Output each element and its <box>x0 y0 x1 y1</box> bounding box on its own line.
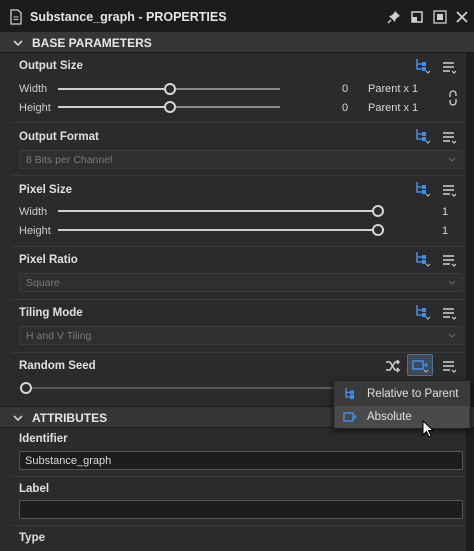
absolute-icon <box>343 412 357 422</box>
relative-to-parent-icon <box>345 388 354 399</box>
pin-icon[interactable] <box>386 9 402 25</box>
chevron-down-icon <box>448 333 456 338</box>
slider-knob[interactable] <box>372 224 384 236</box>
random-seed-label: Random Seed <box>19 360 96 372</box>
options-menu-icon[interactable] <box>441 129 459 147</box>
slider-knob[interactable] <box>372 205 384 217</box>
inheritance-icon[interactable] <box>413 127 431 145</box>
options-menu-icon[interactable] <box>441 305 459 323</box>
output-height-value[interactable]: 0 <box>342 102 348 114</box>
divider <box>12 122 464 123</box>
section-label: BASE PARAMETERS <box>32 36 152 50</box>
divider <box>12 246 464 247</box>
output-format-select[interactable]: 8 Bits per Channel <box>19 150 463 169</box>
chevron-down-icon <box>13 415 23 422</box>
menu-item-absolute[interactable]: Absolute <box>335 406 469 428</box>
label-input[interactable] <box>20 501 462 518</box>
pixel-ratio-select[interactable]: Square <box>19 273 463 292</box>
options-menu-icon[interactable] <box>441 59 459 77</box>
label-field-label: Label <box>19 483 50 495</box>
inheritance-icon[interactable] <box>413 303 431 321</box>
identifier-input[interactable] <box>20 452 462 469</box>
output-height-slider[interactable] <box>58 101 280 113</box>
output-width-slider[interactable] <box>58 83 280 95</box>
output-size-label: Output Size <box>19 60 83 72</box>
mouse-cursor-icon <box>422 420 435 438</box>
output-width-label: Width <box>19 83 48 95</box>
random-seed-slider[interactable] <box>20 382 340 394</box>
float-window-icon[interactable] <box>409 9 425 25</box>
output-format-label: Output Format <box>19 131 99 143</box>
output-height-mode: Parent x 1 <box>368 102 419 114</box>
menu-item-label: Relative to Parent <box>367 388 459 400</box>
pixel-height-slider[interactable] <box>58 224 384 236</box>
section-base-parameters[interactable]: BASE PARAMETERS <box>0 31 474 53</box>
document-icon <box>10 9 22 25</box>
inheritance-icon[interactable] <box>413 250 431 268</box>
output-width-value[interactable]: 0 <box>342 83 348 95</box>
section-label: ATTRIBUTES <box>32 411 108 425</box>
divider <box>12 175 464 176</box>
link-icon[interactable] <box>446 90 460 106</box>
pixel-height-label: Height <box>19 225 51 237</box>
divider <box>12 525 464 526</box>
divider <box>12 299 464 300</box>
divider <box>12 476 464 477</box>
identifier-field[interactable] <box>19 451 463 470</box>
close-icon[interactable] <box>454 9 470 25</box>
options-menu-icon[interactable] <box>441 252 459 270</box>
absolute-icon <box>412 360 429 373</box>
pixel-height-value[interactable]: 1 <box>442 225 448 237</box>
pixel-width-value[interactable]: 1 <box>442 206 448 218</box>
chevron-down-icon <box>448 157 456 162</box>
title-bar: Substance_graph - PROPERTIES <box>0 0 474 34</box>
options-menu-icon[interactable] <box>441 182 459 200</box>
select-value: 8 Bits per Channel <box>26 154 113 166</box>
output-height-label: Height <box>19 102 51 114</box>
label-field[interactable] <box>19 500 463 519</box>
absolute-mode-button[interactable] <box>407 354 433 376</box>
inheritance-icon[interactable] <box>413 57 431 75</box>
menu-item-label: Absolute <box>367 411 412 423</box>
scrollbar-gutter[interactable] <box>466 34 474 551</box>
maximize-icon[interactable] <box>432 9 448 25</box>
divider <box>12 352 464 353</box>
tiling-mode-label: Tiling Mode <box>19 307 83 319</box>
type-label: Type <box>19 532 45 544</box>
output-width-mode: Parent x 1 <box>368 83 419 95</box>
pixel-ratio-label: Pixel Ratio <box>19 254 78 266</box>
window-title: Substance_graph - PROPERTIES <box>30 10 227 24</box>
chevron-down-icon <box>13 40 23 47</box>
menu-item-relative-to-parent[interactable]: Relative to Parent <box>335 383 469 405</box>
chevron-down-icon <box>448 280 456 285</box>
pixel-width-label: Width <box>19 206 48 218</box>
tiling-mode-select[interactable]: H and V Tiling <box>19 326 463 345</box>
slider-knob[interactable] <box>20 382 32 394</box>
slider-knob[interactable] <box>164 101 176 113</box>
select-value: H and V Tiling <box>26 330 92 342</box>
identifier-label: Identifier <box>19 433 68 445</box>
inheritance-mode-menu: Relative to Parent Absolute <box>333 380 471 429</box>
pixel-size-label: Pixel Size <box>19 184 73 196</box>
shuffle-icon[interactable] <box>384 357 402 375</box>
options-menu-icon[interactable] <box>441 358 459 376</box>
pixel-width-slider[interactable] <box>58 205 384 217</box>
select-value: Square <box>26 277 60 289</box>
inheritance-icon[interactable] <box>413 180 431 198</box>
slider-knob[interactable] <box>164 83 176 95</box>
